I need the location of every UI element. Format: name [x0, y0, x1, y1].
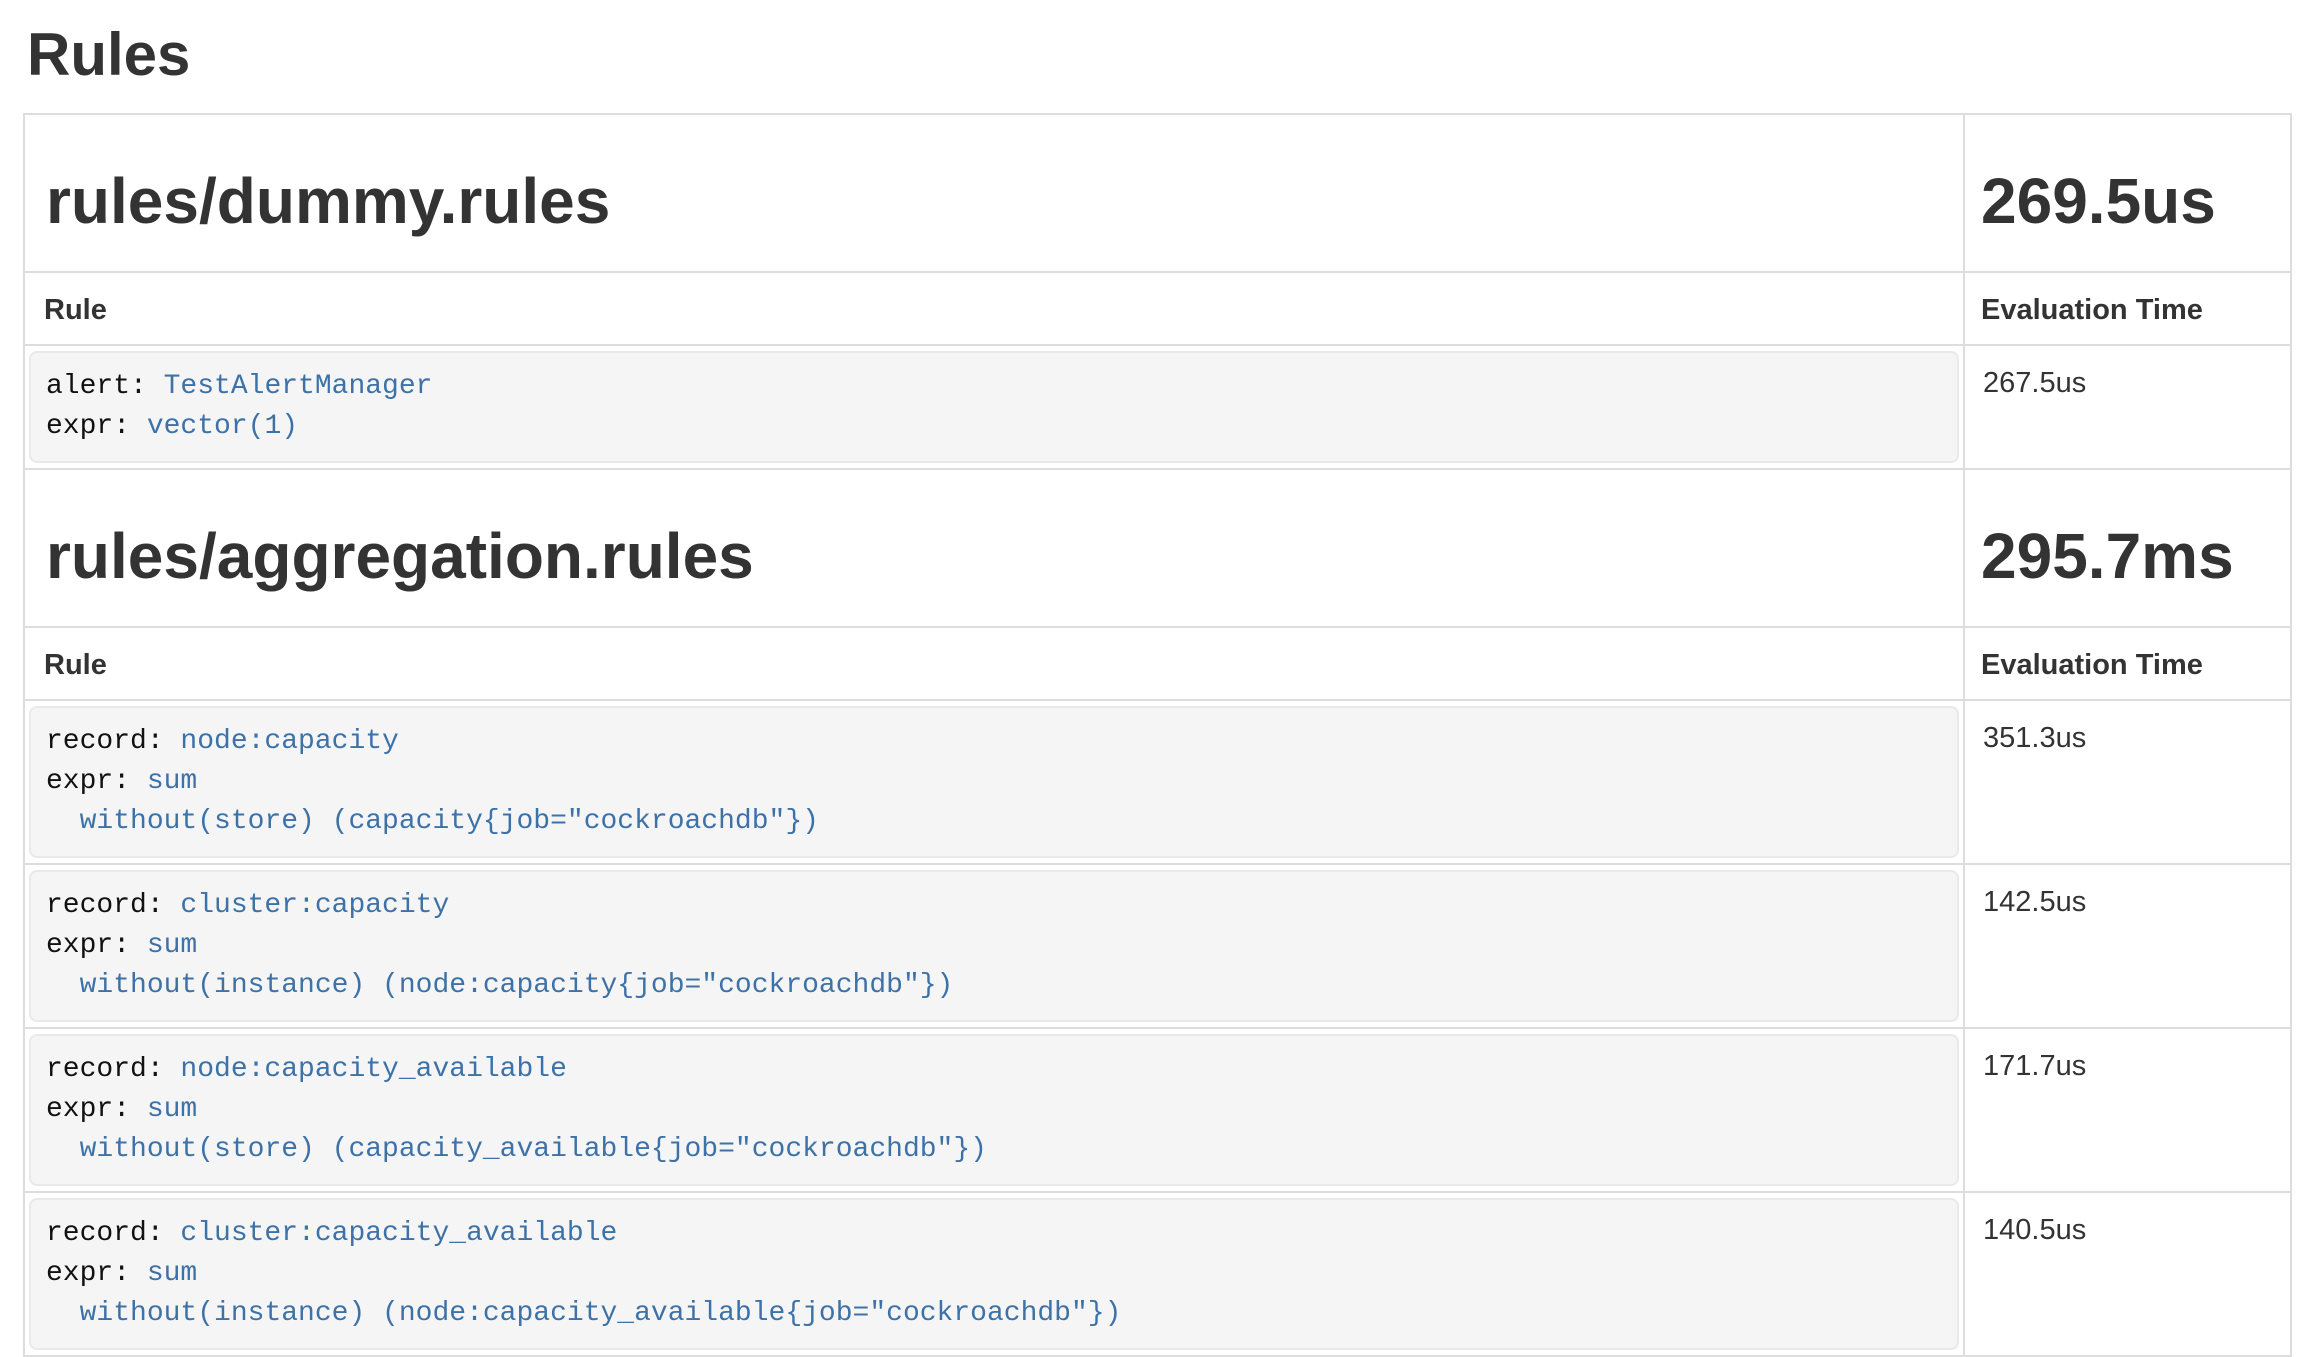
rule-evaluation-time: 142.5us — [1964, 864, 2291, 1028]
rule-link[interactable]: without(store) (capacity_available{job="… — [80, 1134, 987, 1165]
code-key: expr: — [46, 411, 147, 442]
rule-cell: record: cluster:capacity_available expr:… — [24, 1192, 1964, 1356]
rule-group-file: rules/aggregation.rules — [24, 469, 1964, 627]
rule-link[interactable]: sum — [147, 1094, 197, 1125]
column-header-rule: Rule — [24, 272, 1964, 345]
rule-definition: record: node:capacity expr: sum without(… — [29, 706, 1959, 858]
code-key — [46, 806, 80, 837]
page: Rules rules/dummy.rules269.5usRuleEvalua… — [0, 20, 2316, 1357]
code-key — [46, 1134, 80, 1165]
rule-definition: record: node:capacity_available expr: su… — [29, 1034, 1959, 1186]
rule-link[interactable]: without(store) (capacity{job="cockroachd… — [80, 806, 819, 837]
rule-row: alert: TestAlertManager expr: vector(1)2… — [24, 345, 2291, 469]
group-header-row: rules/aggregation.rules295.7ms — [24, 469, 2291, 627]
rule-cell: alert: TestAlertManager expr: vector(1) — [24, 345, 1964, 469]
rules-table: rules/dummy.rules269.5usRuleEvaluation T… — [23, 113, 2292, 1357]
rule-definition: record: cluster:capacity_available expr:… — [29, 1198, 1959, 1350]
rule-link[interactable]: TestAlertManager — [164, 371, 433, 402]
rule-link[interactable]: sum — [147, 766, 197, 797]
rule-cell: record: cluster:capacity expr: sum witho… — [24, 864, 1964, 1028]
code-key: expr: — [46, 1258, 147, 1289]
rule-row: record: node:capacity expr: sum without(… — [24, 700, 2291, 864]
code-key: expr: — [46, 930, 147, 961]
rule-cell: record: node:capacity expr: sum without(… — [24, 700, 1964, 864]
rule-link[interactable]: cluster:capacity — [180, 890, 449, 921]
rule-group-file: rules/dummy.rules — [24, 114, 1964, 272]
rule-link[interactable]: node:capacity_available — [180, 1054, 566, 1085]
rule-group-evaluation-time: 295.7ms — [1964, 469, 2291, 627]
page-title: Rules — [27, 20, 2316, 90]
rule-link[interactable]: vector(1) — [147, 411, 298, 442]
rule-definition: alert: TestAlertManager expr: vector(1) — [29, 351, 1959, 463]
rule-row: record: cluster:capacity_available expr:… — [24, 1192, 2291, 1356]
column-header-evaluation-time: Evaluation Time — [1964, 627, 2291, 700]
code-key: record: — [46, 726, 180, 757]
rule-cell: record: node:capacity_available expr: su… — [24, 1028, 1964, 1192]
rule-definition: record: cluster:capacity expr: sum witho… — [29, 870, 1959, 1022]
rule-link[interactable]: sum — [147, 930, 197, 961]
rule-group-evaluation-time: 269.5us — [1964, 114, 2291, 272]
rule-evaluation-time: 171.7us — [1964, 1028, 2291, 1192]
column-header-evaluation-time: Evaluation Time — [1964, 272, 2291, 345]
column-header-rule: Rule — [24, 627, 1964, 700]
rule-row: record: cluster:capacity expr: sum witho… — [24, 864, 2291, 1028]
code-key: alert: — [46, 371, 164, 402]
code-key — [46, 970, 80, 1001]
column-header-row: RuleEvaluation Time — [24, 627, 2291, 700]
code-key: record: — [46, 1054, 180, 1085]
code-key: record: — [46, 890, 180, 921]
rule-link[interactable]: sum — [147, 1258, 197, 1289]
rule-evaluation-time: 351.3us — [1964, 700, 2291, 864]
rule-evaluation-time: 267.5us — [1964, 345, 2291, 469]
rule-row: record: node:capacity_available expr: su… — [24, 1028, 2291, 1192]
rule-link[interactable]: without(instance) (node:capacity_availab… — [80, 1298, 1122, 1329]
rule-link[interactable]: node:capacity — [180, 726, 398, 757]
column-header-row: RuleEvaluation Time — [24, 272, 2291, 345]
code-key: expr: — [46, 1094, 147, 1125]
rule-evaluation-time: 140.5us — [1964, 1192, 2291, 1356]
rule-link[interactable]: cluster:capacity_available — [180, 1218, 617, 1249]
code-key — [46, 1298, 80, 1329]
code-key: expr: — [46, 766, 147, 797]
code-key: record: — [46, 1218, 180, 1249]
rule-link[interactable]: without(instance) (node:capacity{job="co… — [80, 970, 954, 1001]
group-header-row: rules/dummy.rules269.5us — [24, 114, 2291, 272]
